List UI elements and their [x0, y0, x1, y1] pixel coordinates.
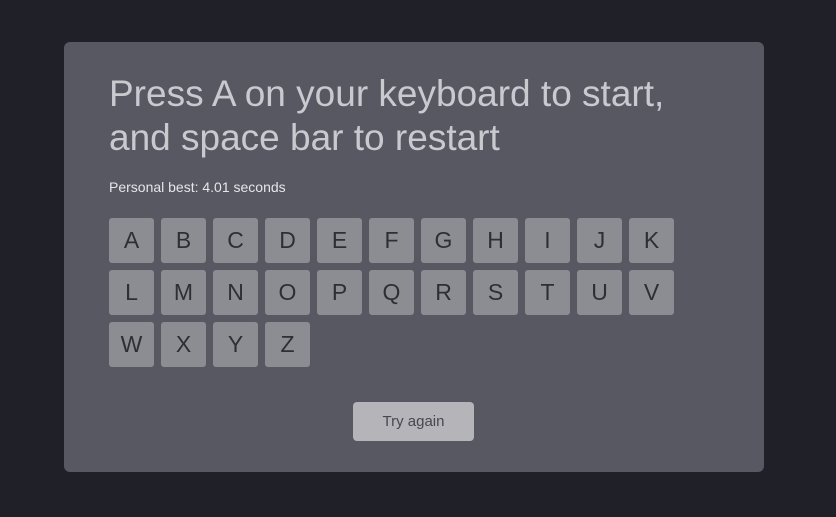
- key-k[interactable]: K: [629, 218, 674, 263]
- key-x[interactable]: X: [161, 322, 206, 367]
- key-v[interactable]: V: [629, 270, 674, 315]
- key-i[interactable]: I: [525, 218, 570, 263]
- key-p[interactable]: P: [317, 270, 362, 315]
- key-l[interactable]: L: [109, 270, 154, 315]
- key-b[interactable]: B: [161, 218, 206, 263]
- key-m[interactable]: M: [161, 270, 206, 315]
- key-w[interactable]: W: [109, 322, 154, 367]
- key-d[interactable]: D: [265, 218, 310, 263]
- key-z[interactable]: Z: [265, 322, 310, 367]
- instruction-title: Press A on your keyboard to start, and s…: [109, 73, 665, 158]
- key-c[interactable]: C: [213, 218, 258, 263]
- key-y[interactable]: Y: [213, 322, 258, 367]
- key-u[interactable]: U: [577, 270, 622, 315]
- letter-grid: A B C D E F G H I J K L M N O P Q R S T …: [109, 218, 689, 367]
- try-again-button[interactable]: Try again: [353, 402, 474, 441]
- key-n[interactable]: N: [213, 270, 258, 315]
- key-q[interactable]: Q: [369, 270, 414, 315]
- key-f[interactable]: F: [369, 218, 414, 263]
- personal-best-text: Personal best: 4.01 seconds: [109, 179, 286, 195]
- key-r[interactable]: R: [421, 270, 466, 315]
- key-o[interactable]: O: [265, 270, 310, 315]
- key-h[interactable]: H: [473, 218, 518, 263]
- key-g[interactable]: G: [421, 218, 466, 263]
- key-a[interactable]: A: [109, 218, 154, 263]
- key-j[interactable]: J: [577, 218, 622, 263]
- key-e[interactable]: E: [317, 218, 362, 263]
- key-t[interactable]: T: [525, 270, 570, 315]
- key-s[interactable]: S: [473, 270, 518, 315]
- game-card: Press A on your keyboard to start, and s…: [64, 42, 764, 472]
